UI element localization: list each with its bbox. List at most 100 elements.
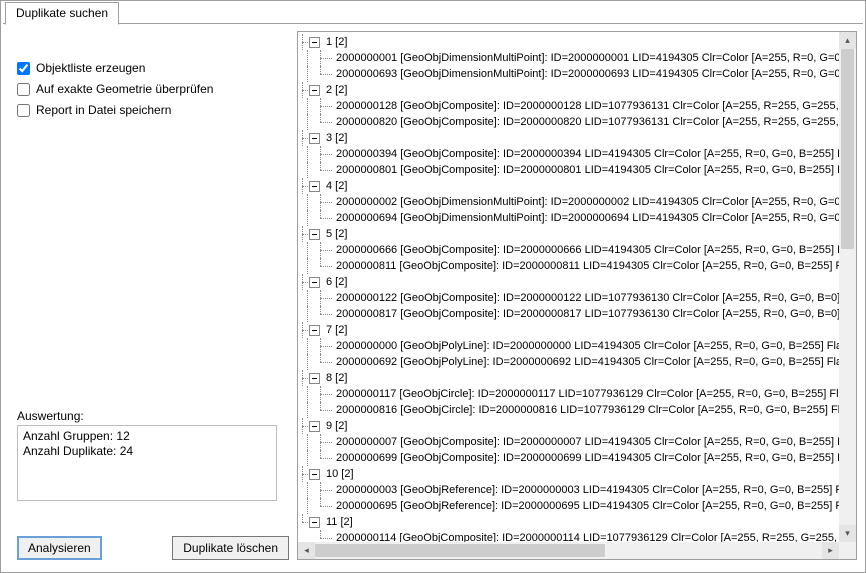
tree-item[interactable]: 2000000394 [GeoObjComposite]: ID=2000000… xyxy=(302,146,839,162)
tree-group-label: 2 [2] xyxy=(324,82,349,98)
collapse-icon[interactable] xyxy=(309,181,320,192)
tree-group[interactable]: 11 [2] xyxy=(302,514,839,530)
tree-group[interactable]: 8 [2] xyxy=(302,370,839,386)
tree-item-label: 2000000007 [GeoObjComposite]: ID=2000000… xyxy=(334,434,839,450)
tree-group-label: 5 [2] xyxy=(324,226,349,242)
tree-item[interactable]: 2000000003 [GeoObjReference]: ID=2000000… xyxy=(302,482,839,498)
tree-group[interactable]: 9 [2] xyxy=(302,418,839,434)
scrollbar-horizontal[interactable]: ◂ ▸ xyxy=(298,542,839,559)
tree-item-label: 2000000122 [GeoObjComposite]: ID=2000000… xyxy=(334,290,839,306)
tree-item-label: 2000000801 [GeoObjComposite]: ID=2000000… xyxy=(334,162,839,178)
tree-group-label: 6 [2] xyxy=(324,274,349,290)
tree-item[interactable]: 2000000007 [GeoObjComposite]: ID=2000000… xyxy=(302,434,839,450)
collapse-icon[interactable] xyxy=(309,277,320,288)
checkbox-create-list[interactable] xyxy=(17,62,30,75)
option-save-report-label: Report in Datei speichern xyxy=(36,103,171,117)
collapse-icon[interactable] xyxy=(309,517,320,528)
tree-group[interactable]: 10 [2] xyxy=(302,466,839,482)
tree-group[interactable]: 5 [2] xyxy=(302,226,839,242)
tree-group-label: 9 [2] xyxy=(324,418,349,434)
evaluation-line-groups: Anzahl Gruppen: 12 xyxy=(23,429,271,444)
evaluation-line-dupes: Anzahl Duplikate: 24 xyxy=(23,444,271,459)
tree-item[interactable]: 2000000114 [GeoObjComposite]: ID=2000000… xyxy=(302,530,839,542)
tree-item-label: 2000000001 [GeoObjDimensionMultiPoint]: … xyxy=(334,50,839,66)
scrollbar-vertical[interactable]: ▴ ▾ xyxy=(839,32,856,542)
tree-group[interactable]: 3 [2] xyxy=(302,130,839,146)
tree-panel: 1 [2]2000000001 [GeoObjDimensionMultiPoi… xyxy=(297,31,857,560)
tree-item[interactable]: 2000000666 [GeoObjComposite]: ID=2000000… xyxy=(302,242,839,258)
tree-item[interactable]: 2000000000 [GeoObjPolyLine]: ID=20000000… xyxy=(302,338,839,354)
collapse-icon[interactable] xyxy=(309,325,320,336)
tree-item-label: 2000000695 [GeoObjReference]: ID=2000000… xyxy=(334,498,839,514)
tree-item-label: 2000000117 [GeoObjCircle]: ID=2000000117… xyxy=(334,386,839,402)
tab-label: Duplikate suchen xyxy=(16,6,108,20)
evaluation-header: Auswertung: xyxy=(17,409,84,423)
tree-group-label: 11 [2] xyxy=(324,514,355,530)
collapse-icon[interactable] xyxy=(309,373,320,384)
tree-item-label: 2000000114 [GeoObjComposite]: ID=2000000… xyxy=(334,530,839,542)
delete-duplicates-button[interactable]: Duplikate löschen xyxy=(172,536,289,560)
tree-group[interactable]: 7 [2] xyxy=(302,322,839,338)
collapse-icon[interactable] xyxy=(309,421,320,432)
tree-viewport[interactable]: 1 [2]2000000001 [GeoObjDimensionMultiPoi… xyxy=(298,32,839,542)
tree-item[interactable]: 2000000128 [GeoObjComposite]: ID=2000000… xyxy=(302,98,839,114)
tree-item[interactable]: 2000000122 [GeoObjComposite]: ID=2000000… xyxy=(302,290,839,306)
tree-item[interactable]: 2000000801 [GeoObjComposite]: ID=2000000… xyxy=(302,162,839,178)
tree-group-label: 3 [2] xyxy=(324,130,349,146)
collapse-icon[interactable] xyxy=(309,133,320,144)
tree-item-label: 2000000692 [GeoObjPolyLine]: ID=20000006… xyxy=(334,354,839,370)
tree-item[interactable]: 2000000117 [GeoObjCircle]: ID=2000000117… xyxy=(302,386,839,402)
tree-item[interactable]: 2000000699 [GeoObjComposite]: ID=2000000… xyxy=(302,450,839,466)
tree-group-label: 8 [2] xyxy=(324,370,349,386)
tab-strip: Duplikate suchen xyxy=(3,1,863,24)
tree-item[interactable]: 2000000820 [GeoObjComposite]: ID=2000000… xyxy=(302,114,839,130)
tree-item[interactable]: 2000000695 [GeoObjReference]: ID=2000000… xyxy=(302,498,839,514)
checkbox-exact-geom[interactable] xyxy=(17,83,30,96)
scroll-left-icon[interactable]: ◂ xyxy=(298,542,315,559)
tree-item[interactable]: 2000000001 [GeoObjDimensionMultiPoint]: … xyxy=(302,50,839,66)
tree-item[interactable]: 2000000692 [GeoObjPolyLine]: ID=20000006… xyxy=(302,354,839,370)
scroll-corner xyxy=(839,542,856,559)
tree-group[interactable]: 1 [2] xyxy=(302,34,839,50)
scroll-up-icon[interactable]: ▴ xyxy=(839,32,856,49)
collapse-icon[interactable] xyxy=(309,229,320,240)
tree-group-label: 1 [2] xyxy=(324,34,349,50)
tree-group[interactable]: 4 [2] xyxy=(302,178,839,194)
tree-item-label: 2000000003 [GeoObjReference]: ID=2000000… xyxy=(334,482,839,498)
tree-item[interactable]: 2000000816 [GeoObjCircle]: ID=2000000816… xyxy=(302,402,839,418)
tree-item-label: 2000000394 [GeoObjComposite]: ID=2000000… xyxy=(334,146,839,162)
tree-item[interactable]: 2000000002 [GeoObjDimensionMultiPoint]: … xyxy=(302,194,839,210)
tree-group-label: 4 [2] xyxy=(324,178,349,194)
tree-group[interactable]: 2 [2] xyxy=(302,82,839,98)
tree-item[interactable]: 2000000694 [GeoObjDimensionMultiPoint]: … xyxy=(302,210,839,226)
tree-group[interactable]: 6 [2] xyxy=(302,274,839,290)
tree-item-label: 2000000693 [GeoObjDimensionMultiPoint]: … xyxy=(334,66,839,82)
option-create-list-label: Objektliste erzeugen xyxy=(36,61,145,75)
tree-item-label: 2000000816 [GeoObjCircle]: ID=2000000816… xyxy=(334,402,839,418)
button-row: Analysieren Duplikate löschen xyxy=(17,536,289,560)
scroll-thumb-horizontal[interactable] xyxy=(315,544,605,557)
evaluation-box: Anzahl Gruppen: 12 Anzahl Duplikate: 24 xyxy=(17,425,277,501)
tree-item[interactable]: 2000000817 [GeoObjComposite]: ID=2000000… xyxy=(302,306,839,322)
option-save-report[interactable]: Report in Datei speichern xyxy=(17,103,277,117)
tree-item-label: 2000000817 [GeoObjComposite]: ID=2000000… xyxy=(334,306,839,322)
scroll-right-icon[interactable]: ▸ xyxy=(822,542,839,559)
collapse-icon[interactable] xyxy=(309,37,320,48)
tree-group-label: 10 [2] xyxy=(324,466,356,482)
scroll-down-icon[interactable]: ▾ xyxy=(839,525,856,542)
tree-item-label: 2000000811 [GeoObjComposite]: ID=2000000… xyxy=(334,258,839,274)
tree-item[interactable]: 2000000693 [GeoObjDimensionMultiPoint]: … xyxy=(302,66,839,82)
tree-item[interactable]: 2000000811 [GeoObjComposite]: ID=2000000… xyxy=(302,258,839,274)
option-exact-geom-label: Auf exakte Geometrie überprüfen xyxy=(36,82,213,96)
collapse-icon[interactable] xyxy=(309,469,320,480)
tree-item-label: 2000000666 [GeoObjComposite]: ID=2000000… xyxy=(334,242,839,258)
tree-item-label: 2000000694 [GeoObjDimensionMultiPoint]: … xyxy=(334,210,839,226)
tab-duplicate-search[interactable]: Duplikate suchen xyxy=(5,2,119,25)
option-exact-geom[interactable]: Auf exakte Geometrie überprüfen xyxy=(17,82,277,96)
collapse-icon[interactable] xyxy=(309,85,320,96)
tree-item-label: 2000000000 [GeoObjPolyLine]: ID=20000000… xyxy=(334,338,839,354)
checkbox-save-report[interactable] xyxy=(17,104,30,117)
scroll-thumb-vertical[interactable] xyxy=(841,49,854,249)
analyze-button[interactable]: Analysieren xyxy=(17,536,102,560)
option-create-list[interactable]: Objektliste erzeugen xyxy=(17,61,277,75)
